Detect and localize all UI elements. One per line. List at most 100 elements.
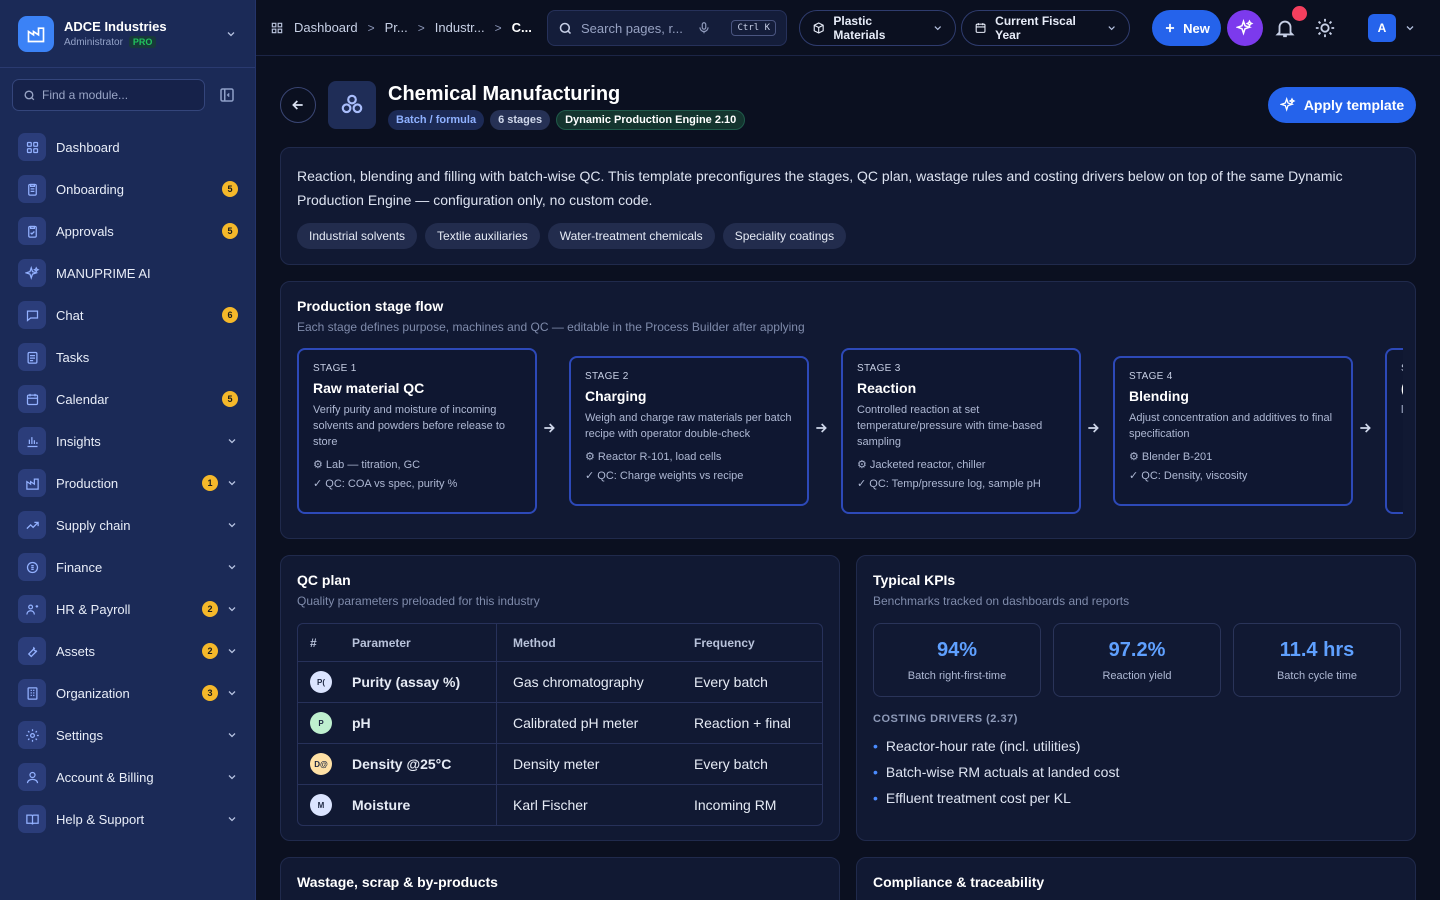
period-select[interactable]: Current Fiscal Year [961, 10, 1130, 46]
sidebar-item-tasks[interactable]: Tasks [0, 336, 256, 378]
chevron-down-icon [225, 28, 237, 40]
chevron-down-icon[interactable] [1404, 22, 1416, 34]
org-name: ADCE Industries [64, 19, 167, 34]
sidebar-item-manuprime-ai[interactable]: MANUPRIME AI [0, 252, 256, 294]
compliance-title: Compliance & traceability [873, 874, 1045, 890]
factory-logo-icon [18, 15, 54, 52]
qc-plan-title: QC plan [297, 572, 351, 588]
sidebar-item-insights[interactable]: Insights [0, 420, 256, 462]
table-row[interactable]: PpH Calibrated pH meter Reaction + final [298, 702, 822, 743]
count-badge: 3 [202, 685, 218, 701]
org-switcher[interactable]: ADCE Industries Administrator PRO [0, 0, 255, 68]
chevron-down-icon [226, 435, 238, 447]
kpi-box: 94% Batch right-first-time [873, 623, 1041, 697]
stage-card[interactable]: STAGE 2 Charging Weigh and charge raw mate… [569, 356, 809, 506]
table-row[interactable]: M Moisture Karl Fischer Incoming RM [298, 784, 822, 825]
frequency-cell: Every batch [694, 756, 768, 772]
frequency-cell: Incoming RM [694, 797, 777, 813]
kpi-value: 94% [936, 638, 978, 661]
sidebar-item-finance[interactable]: Finance [0, 546, 256, 588]
qc-plan-card: QC plan Quality parameters preloaded for… [280, 555, 840, 841]
breadcrumb-current: C... [511, 20, 532, 35]
breadcrumb-dashboard[interactable]: Dashboard [294, 20, 358, 35]
sidebar-item-label: Onboarding [56, 181, 124, 197]
microphone-icon[interactable] [697, 21, 711, 35]
breadcrumb-separator: > [494, 20, 502, 35]
arrow-right-icon [1357, 420, 1373, 436]
stage-flow-title: Production stage flow [297, 298, 444, 314]
material-select[interactable]: Plastic Materials [799, 10, 956, 46]
page-title: Chemical Manufacturing [388, 83, 621, 105]
frequency-cell: Every batch [694, 674, 768, 690]
period-select-value: Current Fiscal Year [995, 14, 1076, 42]
header-number: # [310, 635, 317, 650]
breadcrumb-separator: > [417, 20, 425, 35]
sidebar-item-label: Settings [56, 727, 103, 743]
theme-toggle-icon[interactable] [1314, 17, 1336, 39]
module-search-input[interactable]: Find a module... [12, 79, 205, 111]
user-role: Administrator [64, 36, 123, 48]
chevron-down-icon [226, 687, 238, 699]
stage-card[interactable]: STAGE 3 Reaction Controlled reaction at se… [841, 348, 1081, 514]
breadcrumb-industry[interactable]: Industr... [435, 20, 485, 35]
sidebar-item-calendar[interactable]: Calendar 5 [0, 378, 256, 420]
stage-card[interactable]: STAGE 4 Blending Adjust concentration and … [1113, 356, 1353, 506]
apply-template-button[interactable]: Apply template [1268, 87, 1416, 123]
sidebar-item-label: Supply chain [56, 517, 131, 533]
sidebar-item-hr-payroll[interactable]: HR & Payroll 2 [0, 588, 256, 630]
count-badge: 2 [202, 601, 218, 617]
arrow-right-icon [541, 420, 557, 436]
stage-description: Weigh and charge raw materials per batch… [585, 412, 792, 440]
sidebar-item-help-support[interactable]: Help & Support [0, 798, 256, 840]
stage-qc: ✓ QC: Density, viscosity [1129, 470, 1248, 482]
users-icon [18, 595, 46, 623]
stage-card[interactable]: S (l [1385, 348, 1403, 514]
parameter-cell: pH [352, 715, 371, 731]
qc-table: # Parameter Method Frequency P(Purity (a… [297, 623, 823, 826]
row-badge-cell: M [298, 794, 352, 816]
template-description: Reaction, blending and filling with batc… [297, 168, 1343, 208]
back-button[interactable] [280, 87, 316, 123]
sidebar-item-label: Production [56, 475, 119, 491]
stage-name: ( [1401, 380, 1403, 396]
sidebar-item-settings[interactable]: Settings [0, 714, 256, 756]
kpi-box: 11.4 hrs Batch cycle time [1233, 623, 1401, 697]
breadcrumb-separator: > [367, 20, 375, 35]
sidebar-item-assets[interactable]: Assets 2 [0, 630, 256, 672]
table-row[interactable]: P(Purity (assay %) Gas chromatography Ever… [298, 661, 822, 702]
avatar[interactable]: A [1368, 14, 1396, 42]
ai-assistant-button[interactable] [1227, 10, 1263, 46]
sidebar-item-approvals[interactable]: Approvals 5 [0, 210, 256, 252]
sidebar-item-dashboard[interactable]: Dashboard [0, 126, 256, 168]
stage-description: l [1401, 402, 1403, 418]
new-button-label: New [1183, 20, 1210, 36]
search-icon [23, 89, 36, 102]
parameter-badge: P( [310, 671, 332, 693]
row-badge-cell: P( [298, 671, 352, 693]
stage-name: Raw material QC [313, 380, 425, 396]
table-row[interactable]: D@ Density @25°C Density meter Every batch [298, 743, 822, 784]
sidebar-item-production[interactable]: Production 1 [0, 462, 256, 504]
sidebar-item-account-billing[interactable]: Account & Billing [0, 756, 256, 798]
stage-number: STAGE 4 [1129, 371, 1173, 382]
parameter-cell: Moisture [352, 797, 411, 813]
stage-qc: ✓ QC: COA vs spec, purity % [313, 478, 458, 490]
header-frequency: Frequency [694, 635, 755, 650]
stage-machines: ⚙ Lab — titration, GC [313, 459, 421, 471]
table-header-row: # Parameter Method Frequency [298, 624, 822, 661]
trend-icon [18, 511, 46, 539]
new-button[interactable]: New [1152, 10, 1221, 46]
sidebar-collapse-icon[interactable] [218, 86, 236, 104]
sidebar-item-onboarding[interactable]: Onboarding 5 [0, 168, 256, 210]
sidebar-item-supply-chain[interactable]: Supply chain [0, 504, 256, 546]
book-icon [18, 805, 46, 833]
industry-chip: Water-treatment chemicals [547, 223, 715, 249]
notification-bell-icon[interactable] [1274, 17, 1296, 39]
global-search-input[interactable]: Search pages, r... Ctrl K [547, 10, 787, 46]
sidebar-item-chat[interactable]: Chat 6 [0, 294, 256, 336]
sidebar-item-organization[interactable]: Organization 3 [0, 672, 256, 714]
stage-card[interactable]: STAGE 1 Raw material QC Verify purity and … [297, 348, 537, 514]
breadcrumb-production[interactable]: Pr... [385, 20, 408, 35]
kpi-card: Typical KPIs Benchmarks tracked on dashb… [856, 555, 1416, 841]
stage-description: Controlled reaction at set temperature/p… [857, 404, 1043, 448]
